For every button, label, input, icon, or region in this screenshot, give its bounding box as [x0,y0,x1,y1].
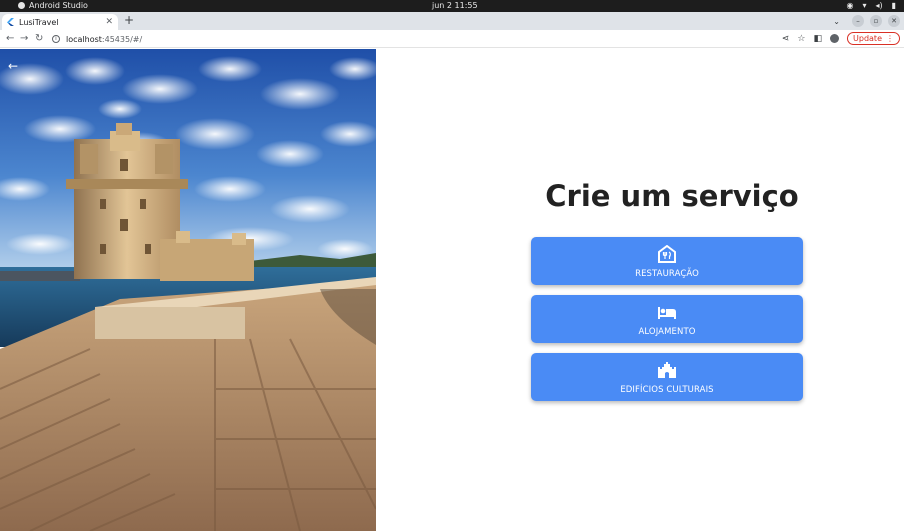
restauracao-button[interactable]: RESTAURAÇÃO [531,237,803,285]
tab-lusitravel[interactable]: LusiTravel ✕ [2,14,118,30]
system-top-bar: Android Studio jun 2 11:55 ◉ ▾ ◂) ▮ [0,0,904,12]
browser-toolbar: ← → ↻ i localhost :45435/#/ ⋖ ☆ ◧ Update… [0,30,904,48]
activities-app-indicator[interactable]: Android Studio [18,1,88,10]
close-window-icon[interactable]: ✕ [888,15,900,27]
battery-icon: ▮ [891,1,896,10]
back-arrow-icon[interactable]: ← [6,32,14,46]
hero-image-illustration [0,49,376,531]
update-label: Update [853,34,882,43]
address-bar[interactable]: i localhost :45435/#/ [52,32,142,46]
window-controls: ⌄ – ▫ ✕ [833,15,900,27]
toolbar-actions: ⋖ ☆ ◧ Update ⋮ [782,32,900,45]
app-name: Android Studio [29,1,88,10]
new-tab-icon[interactable]: + [124,14,134,26]
belem-tower-photo: ← [0,49,376,531]
system-clock[interactable]: jun 2 11:55 [432,1,478,10]
tab-title: LusiTravel [19,17,59,27]
flutter-favicon-icon [7,18,14,26]
app-page: ← Crie um serviço RESTAURAÇÃO ALOJAMENTO [0,49,904,531]
volume-icon: ◂) [875,1,883,10]
profile-avatar-icon[interactable] [830,34,840,43]
page-title: Crie um serviço [545,179,799,213]
browser-tab-strip: LusiTravel ✕ [0,12,904,30]
service-panel: Crie um serviço RESTAURAÇÃO ALOJAMENTO E [376,49,904,531]
alojamento-button[interactable]: ALOJAMENTO [531,295,803,343]
reload-icon[interactable]: ↻ [35,32,43,46]
wifi-icon: ▾ [862,1,867,10]
side-panel-icon[interactable]: ◧ [814,34,823,44]
update-button[interactable]: Update ⋮ [847,32,900,45]
url-host: localhost [66,34,102,44]
castle-icon [658,362,676,378]
discord-icon: ◉ [846,1,854,10]
bed-icon [658,307,676,319]
maximize-icon[interactable]: ▫ [870,15,882,27]
restauracao-label: RESTAURAÇÃO [635,269,699,279]
system-tray[interactable]: ◉ ▾ ◂) ▮ [846,1,896,10]
forward-arrow-icon[interactable]: → [20,32,28,46]
menu-kebab-icon: ⋮ [886,34,894,43]
edificios-culturais-button[interactable]: EDIFÍCIOS CULTURAIS [531,353,803,401]
tab-search-chevron-icon[interactable]: ⌄ [833,17,840,26]
share-icon[interactable]: ⋖ [782,34,790,44]
close-tab-icon[interactable]: ✕ [105,17,113,27]
bookmark-star-icon[interactable]: ☆ [797,34,805,44]
url-path: :45435/#/ [101,34,143,44]
site-info-icon[interactable]: i [52,35,60,43]
back-button-icon[interactable]: ← [8,59,22,73]
alojamento-label: ALOJAMENTO [638,327,696,337]
android-studio-icon [18,2,25,9]
edificios-culturais-label: EDIFÍCIOS CULTURAIS [620,385,714,395]
minimize-icon[interactable]: – [852,15,864,27]
restaurant-icon [658,245,676,263]
